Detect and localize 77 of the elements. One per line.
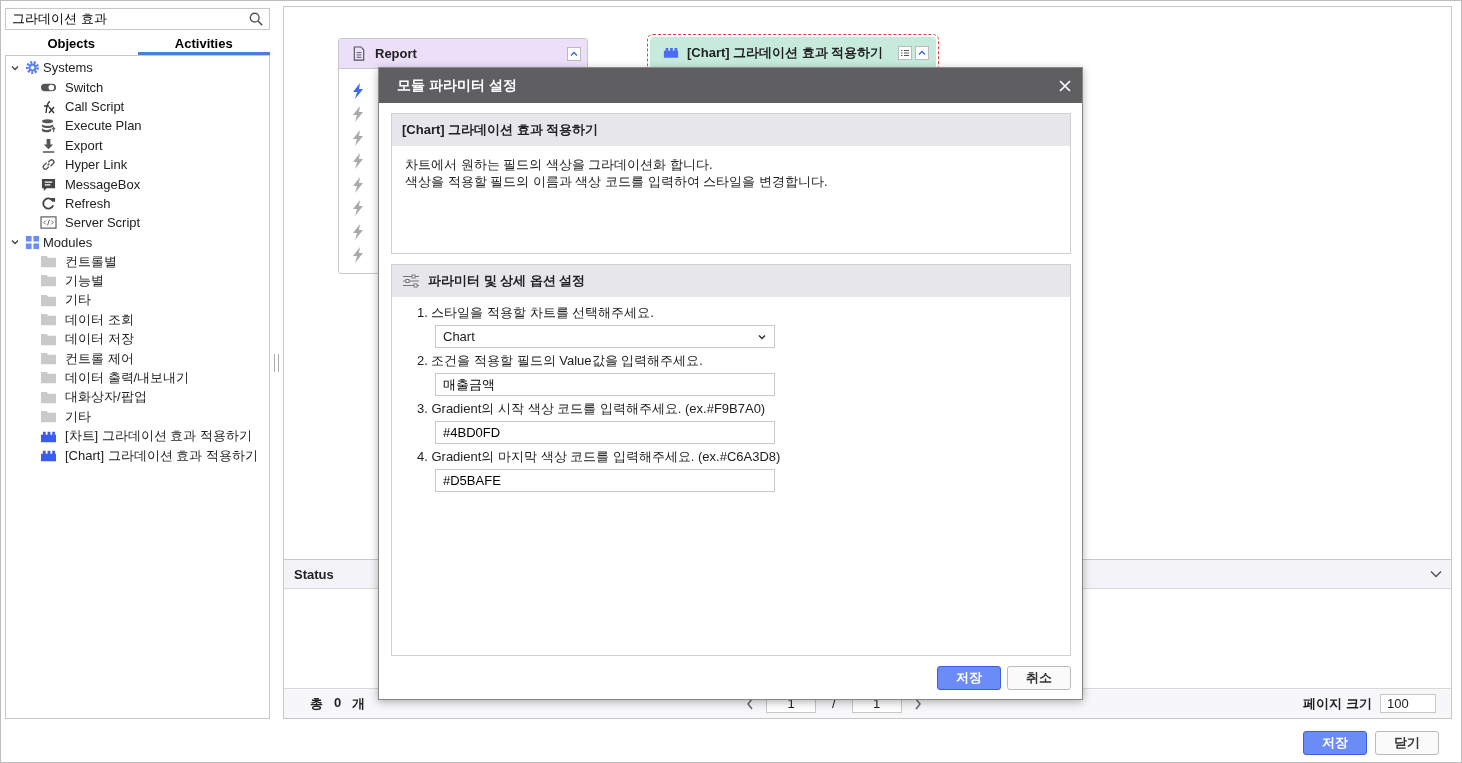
database-icon	[40, 118, 57, 134]
grid-icon	[24, 234, 41, 250]
input-field[interactable]: #D5BAFE	[435, 469, 775, 492]
chevron-down-icon[interactable]	[1429, 569, 1443, 579]
page-size-field[interactable]: 100	[1380, 694, 1436, 713]
tree-item[interactable]: 기능별	[65, 272, 104, 290]
tree-item[interactable]: [차트] 그라데이션 효과 적용하기	[65, 427, 253, 446]
tree-item[interactable]: Server Script	[65, 215, 141, 231]
tree-item[interactable]: MessageBox	[65, 176, 141, 192]
tree-item[interactable]: 데이터 저장	[65, 330, 134, 349]
block-icon	[663, 45, 679, 60]
parameters-title: 파라미터 및 상세 옵션 설정	[428, 272, 586, 290]
tree-group-label[interactable]: Modules	[43, 234, 93, 250]
tree-group-label[interactable]: Systems	[43, 60, 93, 76]
folder-icon	[40, 409, 57, 425]
module-node[interactable]: [Chart] 그라데이션 효과 적용하기	[650, 37, 936, 68]
tree-item[interactable]: 데이터 조회	[65, 310, 134, 329]
tree-item[interactable]: [Chart] 그라데이션 효과 적용하기	[65, 446, 258, 465]
tree-item[interactable]: 대화상자/팝업	[65, 388, 147, 407]
collapse-icon[interactable]	[567, 46, 581, 61]
input-field[interactable]: #4BD0FD	[435, 421, 775, 444]
tree-item[interactable]: Export	[65, 137, 103, 153]
gear-icon	[24, 60, 41, 76]
description-line: 차트에서 원하는 필드의 색상을 그라데이션화 합니다.	[405, 156, 714, 173]
sliders-icon	[402, 274, 420, 288]
dialog-title: 모듈 파라미터 설정	[397, 76, 517, 95]
block-icon	[40, 448, 57, 463]
folder-icon	[40, 312, 57, 328]
total-label: 총	[310, 694, 323, 713]
message-icon	[40, 176, 57, 192]
folder-icon	[40, 273, 57, 289]
parameter-label: 3. Gradient의 시작 색상 코드를 입력해주세요. (ex.#F9B7A0)	[417, 400, 767, 418]
page-size-label: 페이지 크기	[1303, 694, 1372, 713]
tree-item[interactable]: Execute Plan	[65, 118, 142, 134]
folder-icon	[40, 292, 57, 308]
download-icon	[40, 137, 57, 153]
close-icon[interactable]	[1058, 78, 1072, 93]
refresh-icon	[40, 195, 57, 211]
node-title: [Chart] 그라데이션 효과 적용하기	[687, 43, 885, 62]
collapse-icon[interactable]	[915, 45, 929, 60]
folder-icon	[40, 370, 57, 386]
list-icon[interactable]	[898, 45, 912, 60]
next-icon[interactable]	[913, 697, 922, 710]
module-title: [Chart] 그라데이션 효과 적용하기	[402, 121, 599, 139]
code-icon	[40, 215, 57, 231]
search-field[interactable]: 그라데이션 효과	[5, 8, 270, 30]
tree-item[interactable]: 데이터 출력/내보내기	[65, 368, 190, 387]
tree-item[interactable]: 기타	[65, 291, 91, 310]
description-line: 색상을 적용할 필드의 이름과 색상 코드를 입력하여 스타일을 변경합니다.	[405, 173, 829, 190]
tree-item[interactable]: Call Script	[65, 98, 125, 114]
input-field[interactable]: 매출금액	[435, 373, 775, 396]
tree-item[interactable]: 컨트롤 제어	[65, 349, 134, 368]
close-button[interactable]: 닫기	[1375, 731, 1439, 755]
parameter-label: 4. Gradient의 마지막 색상 코드를 입력해주세요. (ex.#C6A3D8)	[417, 448, 782, 466]
folder-icon	[40, 331, 57, 347]
node-title: Report	[375, 46, 418, 61]
folder-icon	[40, 389, 57, 405]
tree-item[interactable]: 기타	[65, 407, 91, 426]
previous-icon[interactable]	[746, 697, 754, 710]
parameter-label: 2. 조건을 적용할 필드의 Value값을 입력해주세요.	[417, 352, 704, 370]
status-title: Status	[294, 566, 334, 582]
tree-item[interactable]: 컨트롤별	[65, 252, 117, 271]
caret-icon	[757, 332, 767, 341]
tree-item[interactable]: Refresh	[65, 195, 111, 211]
tree-item[interactable]: Hyper Link	[65, 157, 128, 173]
folder-icon	[40, 351, 57, 367]
splitter-handle[interactable]	[274, 353, 279, 372]
parameter-label: 1. 스타일을 적용할 차트를 선택해주세요.	[417, 304, 655, 322]
search-icon[interactable]	[249, 12, 263, 26]
total-count: 0	[334, 694, 342, 712]
tree-item[interactable]: Switch	[65, 79, 104, 95]
link-icon	[40, 157, 57, 173]
count-unit: 개	[352, 694, 366, 713]
chart-dropdown[interactable]: Chart	[435, 325, 775, 348]
folder-icon	[40, 254, 57, 270]
document-icon	[351, 46, 367, 61]
cancel-button[interactable]: 취소	[1007, 666, 1071, 690]
